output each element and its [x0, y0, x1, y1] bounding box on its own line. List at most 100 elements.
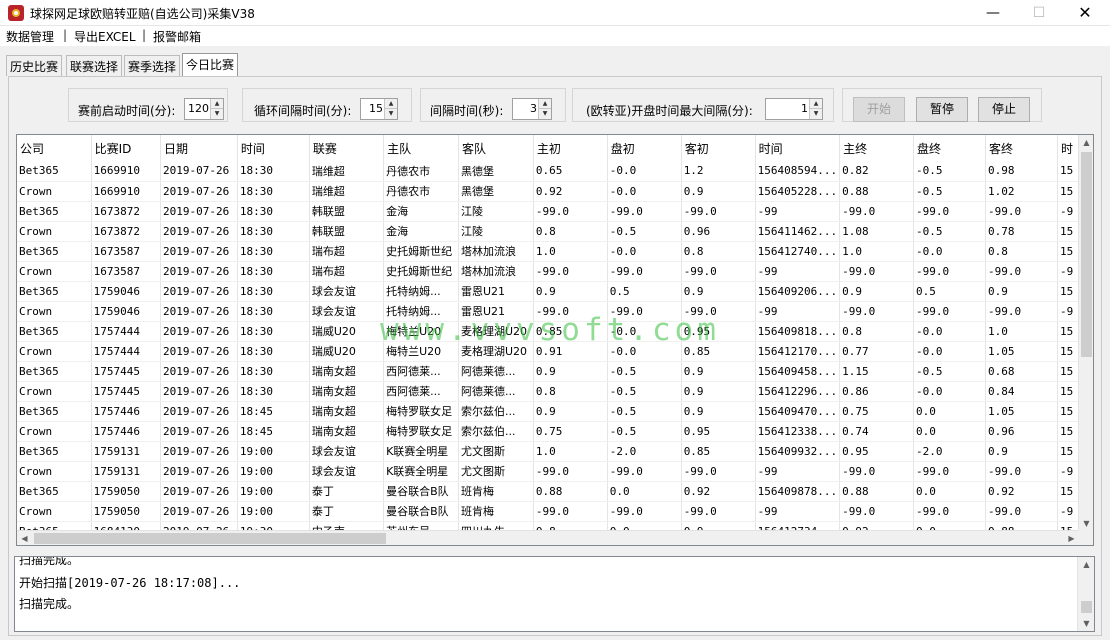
tab-season-select[interactable]: 赛季选择: [124, 55, 181, 76]
pause-button[interactable]: 暂停: [916, 97, 968, 122]
stop-button[interactable]: 停止: [978, 97, 1030, 122]
spin-down-icon[interactable]: ▼: [539, 109, 551, 119]
scroll-down-icon[interactable]: ▼: [1079, 516, 1093, 531]
table-cell: 韩联盟: [309, 221, 385, 242]
table-cell: 18:30: [237, 241, 310, 262]
scroll-left-icon[interactable]: ◀: [17, 531, 32, 545]
maximize-button[interactable]: ☐: [1016, 0, 1062, 26]
column-header[interactable]: 比赛ID: [91, 135, 162, 161]
scroll-thumb[interactable]: [1081, 152, 1092, 357]
scroll-right-icon[interactable]: ▶: [1064, 531, 1079, 545]
table-cell: Bet365: [17, 361, 92, 382]
spin-down-icon[interactable]: ▼: [211, 109, 223, 119]
tab-history[interactable]: 历史比赛: [6, 55, 63, 76]
table-cell: Bet365: [17, 161, 92, 182]
max-interval-spinner[interactable]: 1 ▲ ▼: [765, 98, 823, 120]
column-header[interactable]: 盘终: [913, 135, 986, 161]
table-cell: -0.5: [607, 361, 682, 382]
column-header[interactable]: 主终: [839, 135, 915, 161]
match-grid[interactable]: 公司 比赛ID 日期 时间 联赛 主队 客队 主初 盘初 客初 时间 主终 盘终 客终时 Bet365 16…: [16, 134, 1094, 546]
prestart-spinner[interactable]: 120 ▲ ▼: [184, 98, 224, 120]
table-row[interactable]: Crown 1673587 2019-07-26 18:30 瑞布超 史托姆斯世纪 塔林加流…: [17, 261, 1079, 282]
spinner-arrows[interactable]: ▲ ▼: [538, 99, 551, 119]
menu-export-excel[interactable]: 导出EXCEL: [74, 28, 136, 45]
table-cell: Bet365: [17, 321, 92, 342]
table-cell: -99.0: [839, 201, 915, 222]
column-header[interactable]: 盘初: [607, 135, 682, 161]
table-row[interactable]: Crown 1757444 2019-07-26 18:30 瑞威U20 梅特兰U20 麦格…: [17, 341, 1079, 362]
table-cell: 1757445: [91, 361, 162, 382]
table-row[interactable]: Bet365 1673587 2019-07-26 18:30 瑞布超 史托姆斯世纪 塔林加…: [17, 241, 1079, 262]
minimize-button[interactable]: —: [970, 0, 1016, 26]
log-vertical-scrollbar[interactable]: ▲ ▼: [1077, 557, 1094, 631]
table-row[interactable]: Crown 1759046 2019-07-26 18:30 球会友谊 托特纳姆... 雷恩…: [17, 301, 1079, 322]
tab-today[interactable]: 今日比赛: [182, 53, 239, 76]
table-cell: 18:45: [237, 401, 310, 422]
column-header[interactable]: 主初: [533, 135, 608, 161]
table-cell: 瑞南女超: [309, 381, 385, 402]
table-cell: 托特纳姆...: [383, 281, 459, 302]
table-cell: 0.8: [985, 241, 1058, 262]
table-row[interactable]: Bet365 1757446 2019-07-26 18:45 瑞南女超 梅特罗联女足 索尔…: [17, 401, 1079, 422]
table-cell: 18:30: [237, 341, 310, 362]
spin-down-icon[interactable]: ▼: [810, 109, 822, 119]
table-row[interactable]: Bet365 1759050 2019-07-26 19:00 泰丁 曼谷联合B队 班肯梅 0…: [17, 481, 1079, 502]
column-header[interactable]: 时间: [755, 135, 841, 161]
table-cell: -0.5: [607, 421, 682, 442]
column-header[interactable]: 时: [1057, 135, 1079, 161]
column-header[interactable]: 时间: [237, 135, 310, 161]
menu-data-management[interactable]: 数据管理: [6, 28, 54, 45]
table-cell: 2019-07-26: [160, 321, 238, 342]
table-row[interactable]: Crown 1669910 2019-07-26 18:30 瑞维超 丹德农市 黑德堡 0.9…: [17, 181, 1079, 202]
table-row[interactable]: Crown 1757445 2019-07-26 18:30 瑞南女超 西阿德莱... 阿德…: [17, 381, 1079, 402]
tab-league-select[interactable]: 联赛选择: [66, 55, 123, 76]
spinner-arrows[interactable]: ▲ ▼: [809, 99, 822, 119]
table-cell: 0.95: [839, 441, 915, 462]
spinner-arrows[interactable]: ▲ ▼: [384, 99, 397, 119]
column-header[interactable]: 公司: [17, 135, 92, 161]
table-row[interactable]: Crown 1673872 2019-07-26 18:30 韩联盟 金海 江陵 0.8 -0.…: [17, 221, 1079, 242]
table-row[interactable]: Bet365 1757444 2019-07-26 18:30 瑞威U20 梅特兰U20 麦…: [17, 321, 1079, 342]
table-row[interactable]: Crown 1759131 2019-07-26 19:00 球会友谊 K联赛全明星 尤文图…: [17, 461, 1079, 482]
spin-up-icon[interactable]: ▲: [385, 99, 397, 109]
spin-down-icon[interactable]: ▼: [385, 109, 397, 119]
scroll-up-icon[interactable]: ▲: [1078, 557, 1094, 572]
max-interval-value[interactable]: 1: [801, 102, 808, 115]
column-header[interactable]: 日期: [160, 135, 238, 161]
column-header[interactable]: 客初: [681, 135, 756, 161]
scroll-down-icon[interactable]: ▼: [1078, 616, 1094, 631]
table-row[interactable]: Crown 1757446 2019-07-26 18:45 瑞南女超 梅特罗联女足 索尔兹…: [17, 421, 1079, 442]
column-header[interactable]: 联赛: [309, 135, 385, 161]
spin-up-icon[interactable]: ▲: [539, 99, 551, 109]
interval-spinner[interactable]: 3 ▲ ▼: [512, 98, 552, 120]
log-box[interactable]: 扫描完成。 开始扫描[2019-07-26 18:17:08]... 扫描完成。…: [14, 556, 1095, 632]
prestart-value[interactable]: 120: [188, 102, 209, 115]
spin-up-icon[interactable]: ▲: [211, 99, 223, 109]
scroll-up-icon[interactable]: ▲: [1079, 135, 1093, 150]
table-cell: -99.0: [607, 461, 682, 482]
spinner-arrows[interactable]: ▲ ▼: [210, 99, 223, 119]
table-row[interactable]: Bet365 1673872 2019-07-26 18:30 韩联盟 金海 江陵 -99.0…: [17, 201, 1079, 222]
table-cell: 索尔兹伯...: [458, 401, 534, 422]
menu-alert-email[interactable]: 报警邮箱: [153, 28, 201, 45]
column-header[interactable]: 主队: [383, 135, 459, 161]
table-row[interactable]: Crown 1759050 2019-07-26 19:00 泰丁 曼谷联合B队 班肯梅 -9…: [17, 501, 1079, 522]
grid-horizontal-scrollbar[interactable]: ◀ ▶: [17, 530, 1079, 545]
table-row[interactable]: Bet365 1757445 2019-07-26 18:30 瑞南女超 西阿德莱... 阿…: [17, 361, 1079, 382]
start-button[interactable]: 开始: [853, 97, 905, 122]
loop-value[interactable]: 15: [369, 102, 383, 115]
table-row[interactable]: Bet365 1759131 2019-07-26 19:00 球会友谊 K联赛全明星 尤文…: [17, 441, 1079, 462]
loop-spinner[interactable]: 15 ▲ ▼: [360, 98, 398, 120]
spin-up-icon[interactable]: ▲: [810, 99, 822, 109]
table-cell: 156408594...: [755, 161, 841, 182]
scroll-thumb[interactable]: [34, 533, 386, 544]
grid-vertical-scrollbar[interactable]: ▲ ▼: [1078, 135, 1093, 531]
column-header[interactable]: 客队: [458, 135, 534, 161]
interval-value[interactable]: 3: [530, 102, 537, 115]
column-header[interactable]: 客终: [985, 135, 1058, 161]
table-row[interactable]: Bet365 1759046 2019-07-26 18:30 球会友谊 托特纳姆... 雷…: [17, 281, 1079, 302]
scroll-thumb[interactable]: [1081, 601, 1092, 613]
table-row[interactable]: Bet365 1669910 2019-07-26 18:30 瑞维超 丹德农市 黑德堡 0.…: [17, 161, 1079, 182]
table-cell: -99.0: [681, 261, 756, 282]
close-button[interactable]: ✕: [1062, 0, 1108, 26]
